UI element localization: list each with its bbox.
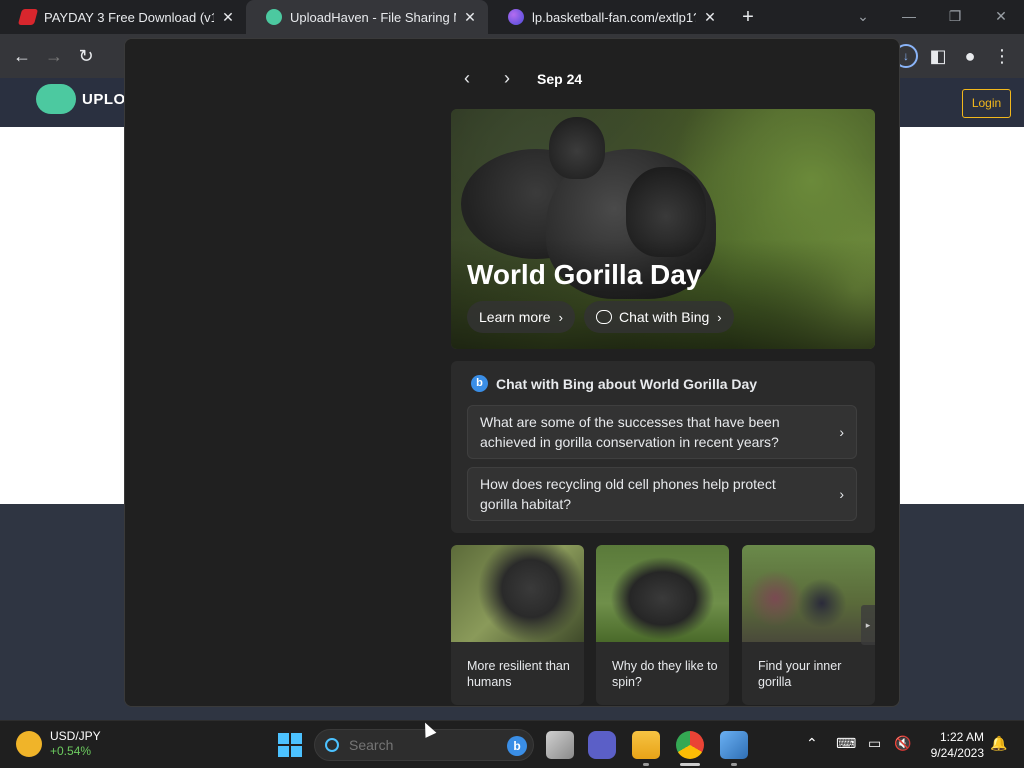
prev-day-chevron-icon[interactable]: ‹ — [455, 67, 479, 91]
tab-strip: PAYDAY 3 Free Download (v1.0.0... ✕ Uplo… — [0, 0, 1024, 34]
restore-button[interactable]: ❐ — [932, 0, 978, 34]
minimize-button[interactable]: — — [886, 0, 932, 34]
keyboard-icon[interactable]: ⌨ — [836, 735, 856, 752]
hero-card[interactable]: World Gorilla Day Learn more › Chat with… — [451, 109, 875, 349]
clock-time: 1:22 AM — [939, 730, 984, 744]
chat-card-heading: b Chat with Bing about World Gorilla Day — [471, 375, 757, 392]
side-panel-icon[interactable]: ◧ — [926, 44, 950, 68]
currency-icon — [16, 731, 42, 757]
windows-logo-icon — [278, 733, 289, 744]
reload-icon[interactable]: ↻ — [74, 44, 98, 68]
close-tab-icon[interactable]: ✕ — [702, 9, 718, 26]
bing-chat-card: b Chat with Bing about World Gorilla Day… — [451, 361, 875, 533]
windows-logo-icon — [278, 746, 289, 757]
back-icon[interactable]: ← — [10, 44, 34, 68]
card-caption: More resilient than humans — [467, 659, 570, 689]
ticker-text: USD/JPY +0.54% — [50, 729, 101, 759]
running-indicator — [643, 763, 649, 766]
widgets-panel: ‹ › Sep 24 World Gorilla Day Learn more … — [124, 38, 900, 707]
related-cards: More resilient than humans Why do they l… — [451, 545, 875, 705]
new-tab-button[interactable]: + — [736, 5, 760, 29]
question-text: How does recycling old cell phones help … — [480, 476, 776, 512]
task-view-icon[interactable] — [546, 731, 574, 759]
tab-uploadhaven[interactable]: UploadHaven - File Sharing Made... ✕ — [246, 0, 488, 34]
date-nav: ‹ › Sep 24 — [455, 67, 582, 91]
search-icon — [325, 738, 339, 752]
windows-logo-icon — [291, 733, 302, 744]
current-date: Sep 24 — [537, 71, 583, 87]
bing-icon[interactable]: b — [507, 736, 527, 756]
running-indicator — [731, 763, 737, 766]
system-clock[interactable]: 1:22 AM 9/24/2023 — [918, 729, 984, 761]
people-outdoors-image — [742, 545, 875, 642]
learn-more-button[interactable]: Learn more › — [467, 301, 575, 333]
gorilla-hand-image — [451, 545, 584, 642]
clock-date: 9/24/2023 — [930, 746, 984, 760]
show-hidden-icons-chevron-icon[interactable]: ⌃ — [806, 735, 818, 752]
story-card[interactable]: Find your inner gorilla ▸ — [742, 545, 875, 705]
cloud-logo-icon — [36, 84, 76, 114]
tab-title: UploadHaven - File Sharing Made... — [290, 9, 456, 25]
tab-payday[interactable]: PAYDAY 3 Free Download (v1.0.0... ✕ — [0, 0, 246, 34]
site-logo[interactable]: UPLOA — [36, 84, 137, 114]
close-tab-icon[interactable]: ✕ — [220, 9, 236, 26]
bing-icon: b — [471, 375, 488, 392]
tab-basketball-fan[interactable]: lp.basketball-fan.com/extlp1?sel... ✕ — [488, 0, 728, 34]
learn-more-label: Learn more — [479, 309, 551, 325]
network-icon[interactable]: ▭ — [868, 735, 881, 752]
card-caption: Why do they like to spin? — [612, 659, 718, 689]
chat-heading-text: Chat with Bing about World Gorilla Day — [496, 375, 758, 392]
question-text: What are some of the successes that have… — [480, 414, 780, 450]
chat-question[interactable]: How does recycling old cell phones help … — [467, 467, 857, 521]
tab-title: lp.basketball-fan.com/extlp1?sel... — [532, 9, 696, 25]
close-tab-icon[interactable]: ✕ — [462, 9, 478, 26]
chevron-right-icon: › — [558, 309, 563, 325]
forward-icon[interactable]: → — [42, 44, 66, 68]
chevron-right-icon: › — [839, 486, 844, 502]
search-input[interactable] — [349, 737, 499, 753]
active-indicator — [680, 763, 700, 766]
chat-bubble-icon — [596, 310, 612, 324]
profile-icon[interactable]: ● — [958, 44, 982, 68]
next-day-chevron-icon[interactable]: › — [495, 67, 519, 91]
chrome-icon[interactable] — [676, 731, 704, 759]
remote-desktop-icon[interactable] — [720, 731, 748, 759]
teams-chat-icon[interactable] — [588, 731, 616, 759]
walking-gorilla-image — [596, 545, 729, 642]
tab-title: PAYDAY 3 Free Download (v1.0.0... — [44, 9, 214, 25]
chat-with-bing-label: Chat with Bing — [619, 309, 710, 325]
ticker-symbol: USD/JPY — [50, 729, 101, 743]
menu-icon[interactable]: ⋮ — [990, 44, 1014, 68]
close-window-button[interactable]: ✕ — [978, 0, 1024, 34]
chat-question[interactable]: What are some of the successes that have… — [467, 405, 857, 459]
start-button[interactable] — [278, 733, 302, 757]
globe-favicon-icon — [508, 9, 524, 25]
login-button[interactable]: Login — [962, 89, 1011, 118]
uploadhaven-favicon-icon — [266, 9, 282, 25]
file-explorer-icon[interactable] — [632, 731, 660, 759]
chevron-right-icon: › — [717, 309, 722, 325]
panel-left-area — [125, 39, 435, 706]
hero-title: World Gorilla Day — [467, 259, 702, 290]
ticker-widget[interactable]: USD/JPY +0.54% — [16, 729, 101, 759]
volume-muted-icon[interactable]: 🔇 — [894, 735, 911, 752]
chevron-right-icon: › — [839, 424, 844, 440]
baby-gorilla-image — [549, 117, 605, 179]
story-card[interactable]: More resilient than humans — [451, 545, 584, 705]
story-card[interactable]: Why do they like to spin? — [596, 545, 729, 705]
payday-favicon-icon — [17, 9, 39, 25]
tab-search-icon[interactable]: ⌄ — [840, 0, 886, 34]
card-caption: Find your inner gorilla — [758, 659, 842, 689]
windows-taskbar: USD/JPY +0.54% b ⌃ ⌨ ▭ 🔇 1:22 AM 9/24/20… — [0, 720, 1024, 768]
windows-logo-icon — [291, 746, 302, 757]
notifications-icon[interactable]: 🔔 — [990, 735, 1007, 752]
chat-with-bing-button[interactable]: Chat with Bing › — [584, 301, 734, 333]
ticker-change: +0.54% — [50, 744, 92, 758]
next-cards-arrow-icon[interactable]: ▸ — [861, 605, 875, 645]
